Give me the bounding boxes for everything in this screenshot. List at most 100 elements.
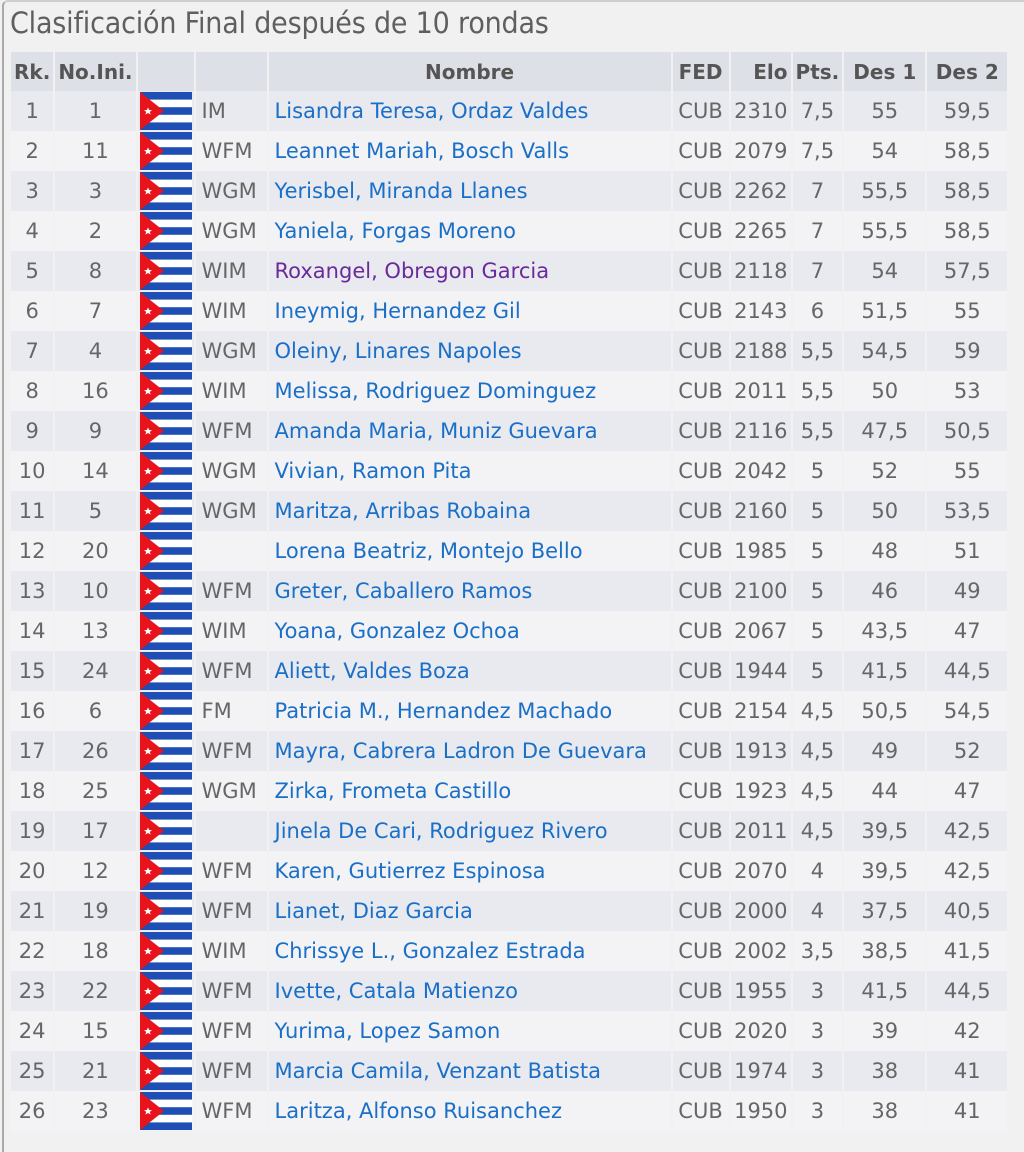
player-name-link[interactable]: Yurima, Lopez Samon bbox=[275, 1019, 501, 1043]
tiebreak-2-cell: 49 bbox=[927, 571, 1008, 611]
table-row: 5 8 WIM Roxangel, Obregon Garcia CUB 2118 7 54 5… bbox=[11, 251, 1008, 291]
player-name-link[interactable]: Amanda Maria, Muniz Guevara bbox=[275, 419, 598, 443]
points-cell: 4,5 bbox=[792, 771, 843, 811]
player-name-link[interactable]: Patricia M., Hernandez Machado bbox=[275, 699, 613, 723]
tiebreak-2-cell: 55 bbox=[927, 291, 1008, 331]
player-name-cell: Oleiny, Linares Napoles bbox=[268, 331, 671, 371]
start-no-cell: 6 bbox=[55, 691, 136, 731]
start-no-cell: 15 bbox=[55, 1011, 136, 1051]
federation-cell: CUB bbox=[672, 1051, 729, 1091]
column-header-tiebreak-1[interactable]: Des 1 bbox=[844, 52, 926, 91]
player-name-link[interactable]: Jinela De Cari, Rodriguez Rivero bbox=[275, 819, 608, 843]
tiebreak-2-cell: 41,5 bbox=[927, 931, 1008, 971]
player-name-cell: Karen, Gutierrez Espinosa bbox=[268, 851, 671, 891]
rank-cell: 6 bbox=[11, 291, 54, 331]
elo-cell: 2154 bbox=[730, 691, 791, 731]
table-row: 26 23 WFM Laritza, Alfonso Ruisanchez CUB 195… bbox=[11, 1091, 1008, 1131]
player-name-link[interactable]: Karen, Gutierrez Espinosa bbox=[275, 859, 546, 883]
cuba-flag-icon bbox=[139, 212, 192, 250]
player-name-link[interactable]: Lisandra Teresa, Ordaz Valdes bbox=[275, 99, 589, 123]
federation-flag-cell bbox=[137, 931, 194, 971]
column-header-name[interactable]: Nombre bbox=[268, 52, 671, 91]
player-name-link[interactable]: Ineymig, Hernandez Gil bbox=[275, 299, 521, 323]
start-no-cell: 25 bbox=[55, 771, 136, 811]
rank-cell: 5 bbox=[11, 251, 54, 291]
tiebreak-2-cell: 58,5 bbox=[927, 211, 1008, 251]
player-name-cell: Yoana, Gonzalez Ochoa bbox=[268, 611, 671, 651]
federation-flag-cell bbox=[137, 91, 194, 131]
table-row: 14 13 WIM Yoana, Gonzalez Ochoa CUB 2067 5 43,5… bbox=[11, 611, 1008, 651]
cuba-flag-icon bbox=[139, 692, 192, 730]
points-cell: 5 bbox=[792, 571, 843, 611]
tiebreak-2-cell: 41 bbox=[927, 1051, 1008, 1091]
start-no-cell: 26 bbox=[55, 731, 136, 771]
cuba-flag-icon bbox=[139, 1092, 192, 1130]
federation-cell: CUB bbox=[672, 731, 729, 771]
player-name-link[interactable]: Maritza, Arribas Robaina bbox=[275, 499, 532, 523]
player-name-link[interactable]: Melissa, Rodriguez Dominguez bbox=[275, 379, 597, 403]
player-name-link[interactable]: Lorena Beatriz, Montejo Bello bbox=[275, 539, 583, 563]
player-name-link[interactable]: Zirka, Frometa Castillo bbox=[275, 779, 512, 803]
column-header-tiebreak-2[interactable]: Des 2 bbox=[927, 52, 1008, 91]
player-name-cell: Aliett, Valdes Boza bbox=[268, 651, 671, 691]
chess-title-cell bbox=[195, 531, 267, 571]
rank-cell: 24 bbox=[11, 1011, 54, 1051]
player-name-cell: Marcia Camila, Venzant Batista bbox=[268, 1051, 671, 1091]
player-name-link[interactable]: Roxangel, Obregon Garcia bbox=[275, 259, 550, 283]
player-name-cell: Greter, Caballero Ramos bbox=[268, 571, 671, 611]
tiebreak-1-cell: 41,5 bbox=[844, 651, 926, 691]
tiebreak-1-cell: 54,5 bbox=[844, 331, 926, 371]
player-name-link[interactable]: Marcia Camila, Venzant Batista bbox=[275, 1059, 601, 1083]
tiebreak-2-cell: 44,5 bbox=[927, 971, 1008, 1011]
player-name-cell: Chrissye L., Gonzalez Estrada bbox=[268, 931, 671, 971]
table-row: 20 12 WFM Karen, Gutierrez Espinosa CUB 2070 4… bbox=[11, 851, 1008, 891]
federation-flag-cell bbox=[137, 371, 194, 411]
player-name-link[interactable]: Yoana, Gonzalez Ochoa bbox=[275, 619, 520, 643]
table-row: 21 19 WFM Lianet, Diaz Garcia CUB 2000 4 37,5 40… bbox=[11, 891, 1008, 931]
tiebreak-2-cell: 41 bbox=[927, 1091, 1008, 1131]
player-name-link[interactable]: Greter, Caballero Ramos bbox=[275, 579, 533, 603]
start-no-cell: 24 bbox=[55, 651, 136, 691]
player-name-link[interactable]: Lianet, Diaz Garcia bbox=[275, 899, 473, 923]
tiebreak-2-cell: 59 bbox=[927, 331, 1008, 371]
player-name-cell: Vivian, Ramon Pita bbox=[268, 451, 671, 491]
player-name-link[interactable]: Yerisbel, Miranda Llanes bbox=[275, 179, 528, 203]
chess-title-cell: WFM bbox=[195, 1051, 267, 1091]
player-name-link[interactable]: Vivian, Ramon Pita bbox=[275, 459, 472, 483]
start-no-cell: 12 bbox=[55, 851, 136, 891]
column-header-rank[interactable]: Rk. bbox=[11, 52, 54, 91]
federation-flag-cell bbox=[137, 691, 194, 731]
tiebreak-1-cell: 55,5 bbox=[844, 171, 926, 211]
chess-title-cell: WFM bbox=[195, 851, 267, 891]
cuba-flag-icon bbox=[139, 852, 192, 890]
tiebreak-2-cell: 52 bbox=[927, 731, 1008, 771]
player-name-link[interactable]: Leannet Mariah, Bosch Valls bbox=[275, 139, 570, 163]
elo-cell: 2011 bbox=[730, 811, 791, 851]
player-name-link[interactable]: Oleiny, Linares Napoles bbox=[275, 339, 522, 363]
column-header-elo[interactable]: Elo bbox=[730, 52, 791, 91]
column-header-start-no[interactable]: No.Ini. bbox=[55, 52, 136, 91]
rank-cell: 4 bbox=[11, 211, 54, 251]
tiebreak-1-cell: 39,5 bbox=[844, 811, 926, 851]
tiebreak-1-cell: 51,5 bbox=[844, 291, 926, 331]
tiebreak-2-cell: 50,5 bbox=[927, 411, 1008, 451]
start-no-cell: 19 bbox=[55, 891, 136, 931]
points-cell: 5,5 bbox=[792, 371, 843, 411]
elo-cell: 2310 bbox=[730, 91, 791, 131]
points-cell: 6 bbox=[792, 291, 843, 331]
start-no-cell: 5 bbox=[55, 491, 136, 531]
player-name-link[interactable]: Ivette, Catala Matienzo bbox=[275, 979, 518, 1003]
start-no-cell: 1 bbox=[55, 91, 136, 131]
elo-cell: 2143 bbox=[730, 291, 791, 331]
column-header-pts[interactable]: Pts. bbox=[792, 52, 843, 91]
start-no-cell: 23 bbox=[55, 1091, 136, 1131]
cuba-flag-icon bbox=[139, 532, 192, 570]
player-name-link[interactable]: Chrissye L., Gonzalez Estrada bbox=[275, 939, 586, 963]
table-row: 25 21 WFM Marcia Camila, Venzant Batista CUB… bbox=[11, 1051, 1008, 1091]
column-header-fed[interactable]: FED bbox=[672, 52, 729, 91]
player-name-link[interactable]: Aliett, Valdes Boza bbox=[275, 659, 470, 683]
tiebreak-1-cell: 52 bbox=[844, 451, 926, 491]
player-name-link[interactable]: Mayra, Cabrera Ladron De Guevara bbox=[275, 739, 647, 763]
player-name-link[interactable]: Laritza, Alfonso Ruisanchez bbox=[275, 1099, 562, 1123]
player-name-link[interactable]: Yaniela, Forgas Moreno bbox=[275, 219, 516, 243]
